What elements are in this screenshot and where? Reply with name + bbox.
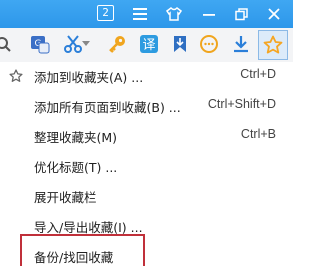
menu-item-add-favorite[interactable]: 添加到收藏夹(A) ... Ctrl+D	[0, 62, 293, 88]
title-bar: 2	[0, 0, 293, 28]
download-icon[interactable]	[228, 31, 254, 57]
menu-item-organize[interactable]: 整理收藏夹(M) Ctrl+B	[0, 122, 293, 148]
emoji-icon[interactable]	[196, 31, 222, 57]
favorites-star-button[interactable]	[258, 30, 288, 60]
menu-item-optimize-titles[interactable]: 优化标题(T) ...	[0, 152, 293, 178]
search-icon[interactable]	[0, 31, 16, 57]
skin-icon[interactable]	[164, 4, 184, 24]
tab-count-badge[interactable]: 2	[97, 5, 114, 21]
translate-icon[interactable]: G	[27, 31, 53, 57]
star-icon	[9, 68, 23, 82]
toolbar: G 译	[0, 28, 293, 63]
menu-item-shortcut: Ctrl+D	[240, 67, 276, 81]
svg-text:译: 译	[142, 38, 155, 53]
restore-icon[interactable]	[231, 4, 251, 24]
chevron-down-icon[interactable]	[80, 31, 92, 57]
menu-item-shortcut: Ctrl+B	[240, 127, 276, 141]
minimize-icon[interactable]	[199, 4, 219, 24]
menu-item-label: 添加所有页面到收藏(B) ...	[34, 100, 181, 115]
close-icon[interactable]	[264, 4, 284, 24]
bookmark-icon[interactable]	[167, 31, 193, 57]
menu-icon[interactable]	[130, 4, 150, 24]
translate-yi-icon[interactable]: 译	[136, 31, 162, 57]
menu-item-shortcut: Ctrl+Shift+D	[207, 97, 276, 111]
star-icon	[263, 35, 283, 55]
menu-item-label: 优化标题(T) ...	[34, 160, 118, 175]
menu-item-label: 整理收藏夹(M)	[34, 130, 118, 145]
menu-item-add-all-pages[interactable]: 添加所有页面到收藏(B) ... Ctrl+Shift+D	[0, 92, 293, 118]
highlight-box	[20, 234, 145, 266]
menu-item-expand-bar[interactable]: 展开收藏栏	[0, 182, 293, 208]
menu-item-label: 添加到收藏夹(A) ...	[34, 70, 144, 85]
key-icon[interactable]	[104, 31, 130, 57]
menu-item-label: 展开收藏栏	[34, 190, 97, 205]
